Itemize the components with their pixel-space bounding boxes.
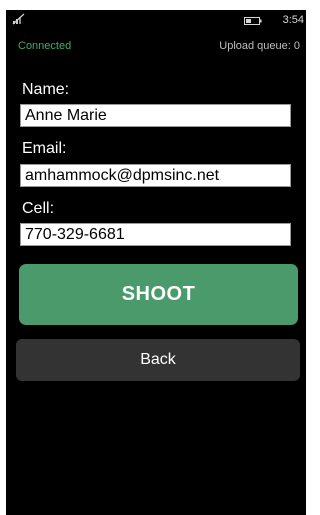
battery-icon bbox=[244, 17, 262, 25]
upload-queue-count: Upload queue: 0 bbox=[219, 40, 300, 52]
email-label: Email: bbox=[22, 140, 67, 157]
shoot-button[interactable]: SHOOT bbox=[19, 264, 298, 325]
connection-row: Connected Upload queue: 0 bbox=[6, 40, 306, 54]
phone-screen: 3:54 Connected Upload queue: 0 Name: Ema… bbox=[6, 10, 306, 515]
back-button-label: Back bbox=[140, 351, 176, 368]
status-bar: 3:54 bbox=[6, 10, 306, 30]
name-input[interactable] bbox=[20, 104, 291, 127]
back-button[interactable]: Back bbox=[16, 339, 300, 381]
cell-input[interactable] bbox=[20, 223, 291, 246]
shoot-button-label: SHOOT bbox=[121, 283, 196, 305]
name-label: Name: bbox=[22, 81, 70, 98]
email-input[interactable] bbox=[20, 164, 291, 187]
clock: 3:54 bbox=[282, 14, 304, 26]
connection-status: Connected bbox=[18, 40, 72, 52]
cell-label: Cell: bbox=[22, 200, 55, 217]
signal-icon bbox=[12, 13, 25, 25]
